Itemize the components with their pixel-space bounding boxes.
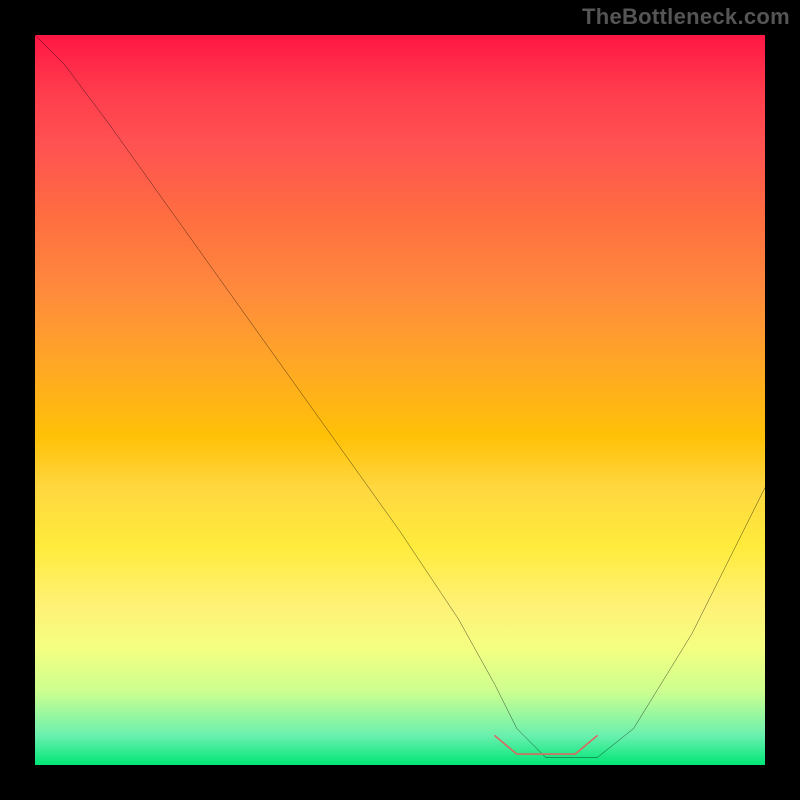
attribution-text: TheBottleneck.com [582, 4, 790, 30]
curve-svg [35, 35, 765, 765]
chart-frame: TheBottleneck.com [0, 0, 800, 800]
bottleneck-curve-path [35, 35, 765, 758]
plot-area [35, 35, 765, 765]
optimal-zone-path [495, 736, 597, 754]
